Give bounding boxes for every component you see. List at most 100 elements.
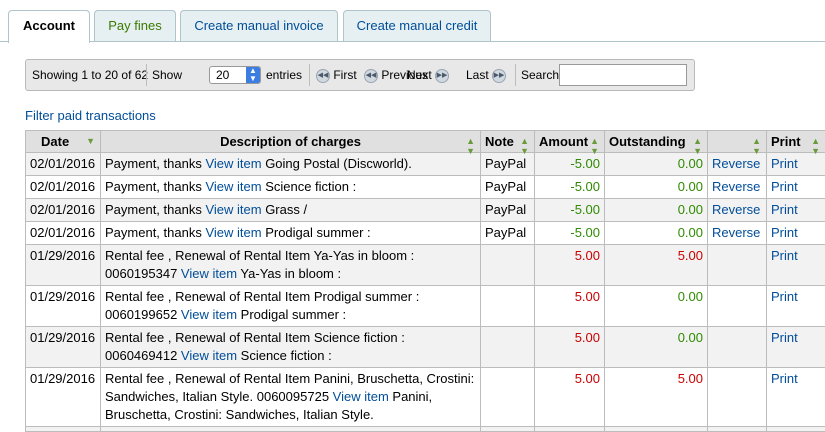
view-item-link[interactable]: View item [205, 179, 261, 194]
search-label: Search: [521, 60, 562, 90]
description-cell: Payment, thanks View item Grass / [101, 199, 481, 222]
print-cell: Print [767, 368, 825, 427]
view-item-link[interactable]: View item [205, 156, 261, 171]
print-header-label: Print [771, 134, 801, 149]
print-cell: Print [767, 199, 825, 222]
date-cell: 02/01/2016 [26, 199, 101, 222]
first-page-icon: ◀◀ [316, 69, 330, 83]
date-cell: 01/29/2016 [26, 368, 101, 427]
amount-value: -5.00 [570, 225, 600, 240]
print-link[interactable]: Print [771, 371, 798, 386]
date-cell: 02/01/2016 [26, 176, 101, 199]
view-item-link[interactable]: View item [181, 266, 237, 281]
column-header-date[interactable]: Date ▼ [26, 131, 101, 153]
tab-create-manual-invoice[interactable]: Create manual invoice [180, 10, 338, 41]
description-header-label: Description of charges [220, 134, 361, 149]
table-toolbar: Showing 1 to 20 of 62 Show 20 ▲▼ entries… [25, 59, 695, 91]
print-cell: Print [767, 327, 825, 368]
amount-header-label: Amount [539, 134, 588, 149]
outstanding-cell: 0.00 [605, 176, 708, 199]
outstanding-value: 0.00 [678, 202, 703, 217]
table-row: 02/01/2016Payment, thanks View item Scie… [26, 176, 825, 199]
action-cell: Reverse [708, 222, 767, 245]
view-item-link[interactable]: View item [205, 202, 261, 217]
outstanding-cell: 0.00 [605, 286, 708, 327]
tab-account[interactable]: Account [8, 10, 90, 43]
outstanding-cell: 5.00 [605, 368, 708, 427]
table-row: 01/29/2016 Rental fee , Renewal of Rental… [26, 245, 825, 286]
date-value: 01/29/2016 [30, 248, 95, 263]
table-header-row: Date ▼ Description of charges ▲▼ Note ▲▼… [26, 131, 825, 153]
view-item-link[interactable]: View item [333, 389, 389, 404]
date-cell: 01/29/2016 [26, 327, 101, 368]
description-text: Payment, thanks [105, 225, 205, 240]
entries-select[interactable]: 20 ▲▼ [209, 66, 261, 84]
outstanding-cell: 5.00 [605, 245, 708, 286]
amount-value: 5.00 [575, 289, 600, 304]
date-value: 02/01/2016 [30, 225, 95, 240]
next-page-button[interactable]: Next ▶▶ [407, 60, 449, 90]
previous-page-icon: ◀◀ [364, 69, 378, 83]
view-item-link[interactable]: View item [181, 307, 237, 322]
reverse-link[interactable]: Reverse [712, 179, 760, 194]
date-cell: 01/29/2016 [26, 245, 101, 286]
outstanding-cell: 0.00 [605, 222, 708, 245]
print-link[interactable]: Print [771, 202, 798, 217]
column-header-action[interactable]: ▲▼ [708, 131, 767, 153]
table-row: 01/29/2016Rental fee , Renewal of Rental… [26, 286, 825, 327]
column-header-description[interactable]: Description of charges ▲▼ [101, 131, 481, 153]
date-cell [26, 427, 101, 432]
reverse-link[interactable]: Reverse [712, 202, 760, 217]
search-input[interactable] [559, 64, 687, 86]
action-cell: Reverse [708, 199, 767, 222]
view-item-link[interactable]: View item [181, 348, 237, 363]
print-link[interactable]: Print [771, 289, 798, 304]
outstanding-value: 0.00 [678, 289, 703, 304]
column-header-note[interactable]: Note ▲▼ [481, 131, 535, 153]
sort-icon: ▲▼ [466, 136, 475, 156]
sort-icon: ▲▼ [811, 136, 820, 156]
column-header-amount[interactable]: Amount ▲▼ [535, 131, 605, 153]
print-cell [767, 427, 825, 432]
entries-label: entries [266, 60, 302, 90]
amount-value: 5.00 [575, 371, 600, 386]
outstanding-header-label: Outstanding [609, 134, 686, 149]
outstanding-value: 5.00 [678, 371, 703, 386]
description-title: Grass / [262, 202, 308, 217]
filter-paid-transactions-link[interactable]: Filter paid transactions [25, 108, 156, 123]
table-row: 01/29/2016Rental fee , Renewal of Rental… [26, 327, 825, 368]
amount-value: -5.00 [570, 202, 600, 217]
outstanding-cell: 0.00 [605, 199, 708, 222]
note-cell: PayPal [481, 199, 535, 222]
print-link[interactable]: Print [771, 330, 798, 345]
reverse-link[interactable]: Reverse [712, 225, 760, 240]
print-link[interactable]: Print [771, 225, 798, 240]
description-cell [101, 427, 481, 432]
date-value: 01/29/2016 [30, 330, 95, 345]
amount-value: 5.00 [575, 248, 600, 263]
description-title: Going Postal (Discworld). [262, 156, 412, 171]
sort-icon: ▲▼ [693, 136, 702, 156]
tab-create-manual-credit[interactable]: Create manual credit [343, 10, 491, 41]
amount-cell: 5.00 [535, 327, 605, 368]
description-title: Prodigal summer : [237, 307, 346, 322]
first-label: First [333, 68, 356, 82]
view-item-link[interactable]: View item [205, 225, 261, 240]
description-cell: Rental fee , Renewal of Rental Item Ya-Y… [101, 245, 481, 286]
date-header-label: Date [41, 134, 69, 149]
first-page-button[interactable]: ◀◀ First [316, 60, 357, 90]
print-link[interactable]: Print [771, 179, 798, 194]
column-header-outstanding[interactable]: Outstanding ▲▼ [605, 131, 708, 153]
print-link[interactable]: Print [771, 156, 798, 171]
outstanding-cell [605, 427, 708, 432]
print-link[interactable]: Print [771, 248, 798, 263]
note-cell [481, 327, 535, 368]
tab-pay-fines[interactable]: Pay fines [94, 10, 176, 41]
sort-desc-icon: ▼ [86, 136, 95, 146]
tab-bar-baseline [0, 41, 825, 42]
column-header-print[interactable]: Print ▲▼ [767, 131, 825, 153]
description-cell: Payment, thanks View item Science fictio… [101, 176, 481, 199]
note-header-label: Note [485, 134, 514, 149]
reverse-link[interactable]: Reverse [712, 156, 760, 171]
last-page-button[interactable]: Last ▶▶ [466, 60, 506, 90]
